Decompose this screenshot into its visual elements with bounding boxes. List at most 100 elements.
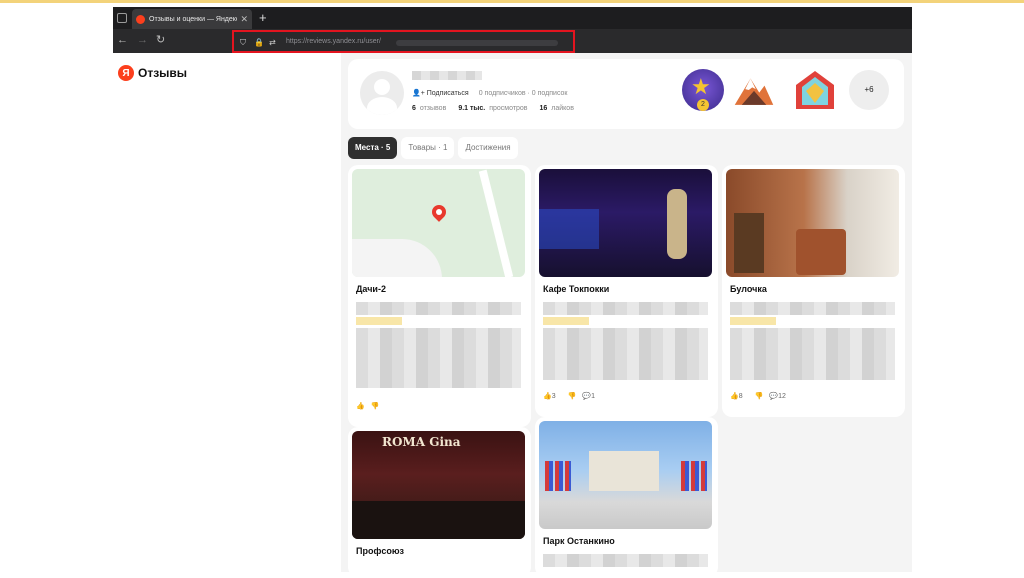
comment-count: 1: [591, 393, 595, 400]
achievement-star-badge[interactable]: ★ 2: [682, 69, 724, 111]
photo-sign-text: ROMA Gina: [382, 435, 461, 449]
like-button[interactable]: 👍8: [730, 392, 749, 400]
rating-stars-blurred: [543, 317, 589, 325]
like-icon[interactable]: 👍: [356, 402, 365, 410]
url-text[interactable]: https://reviews.yandex.ru/user/: [286, 38, 381, 45]
review-text-blurred: [730, 302, 895, 315]
close-tab-icon[interactable]: ✕: [240, 14, 248, 25]
like-count: 8: [738, 393, 743, 400]
dislike-icon[interactable]: 👎: [755, 392, 764, 400]
lock-icon: 🔒: [254, 38, 264, 47]
url-blurred-part: [396, 40, 558, 46]
back-icon[interactable]: ←: [117, 33, 128, 47]
subscribe-row: 👤+ Подписаться 0 подписчиков · 0 подписо…: [412, 89, 568, 98]
card-footer: 👍3 👎 💬1: [543, 392, 607, 400]
top-accent-line: [0, 0, 1024, 3]
card-footer: 👍 👎: [356, 402, 385, 410]
stat-value: 6: [412, 105, 416, 112]
user-name-blurred: [412, 71, 482, 80]
reload-icon[interactable]: ↻: [156, 33, 165, 47]
yandex-favicon-icon: [136, 14, 145, 24]
like-button[interactable]: 👍3: [543, 392, 562, 400]
address-bar: ← → ↻ ⛉ 🔒 ⇄ https://reviews.yandex.ru/us…: [113, 29, 912, 53]
bakery-photo: [726, 169, 899, 277]
photo-counter: [796, 229, 846, 275]
photo-arch: [589, 451, 659, 491]
rating-stars-blurred: [730, 317, 776, 325]
stat-label: отзывов: [419, 105, 447, 112]
comments-button[interactable]: 💬12: [769, 392, 792, 400]
sidebar: Я Отзывы: [113, 53, 341, 572]
stat-value: 16: [539, 105, 548, 112]
achievement-mountain-badge[interactable]: [733, 69, 775, 111]
page-content: Я Отзывы 👤+ Подписаться 0 подписчиков · …: [113, 53, 912, 572]
browser-tab[interactable]: Отзывы и оценки — Яндекс ✕: [132, 9, 252, 29]
avatar[interactable]: [360, 71, 404, 115]
card-footer: 👍8 👎 💬12: [730, 392, 798, 400]
card-title[interactable]: Кафе Токпокки: [543, 284, 609, 294]
subscribe-label: Подписаться: [426, 90, 469, 97]
restaurant-photo: ROMA Gina: [352, 431, 525, 539]
map-pin-icon: [429, 202, 449, 222]
tab-achievements[interactable]: Достижения: [458, 137, 518, 159]
review-text-blurred: [543, 328, 708, 380]
stat-views: 9.1 тыс. просмотров: [458, 105, 527, 112]
avatar-body: [367, 97, 397, 115]
review-card[interactable]: Парк Останкино: [535, 417, 718, 572]
achievement-shield-badge[interactable]: [794, 69, 836, 111]
tab-places[interactable]: Места · 5: [348, 137, 398, 159]
review-card[interactable]: Булочка 👍8 👎 💬12: [722, 165, 905, 417]
more-badges-button[interactable]: +6: [849, 70, 889, 110]
window-icon[interactable]: [117, 13, 127, 23]
badge-count: 2: [697, 99, 709, 111]
photo-counter: [352, 501, 525, 539]
profile-stats: 6 отзывов 9.1 тыс. просмотров 16 лайков: [412, 105, 586, 112]
shield-icon: ⛉: [240, 38, 246, 47]
like-count: 3: [551, 393, 556, 400]
photo-light: [539, 209, 599, 249]
url-highlight-box[interactable]: ⛉ 🔒 ⇄ https://reviews.yandex.ru/user/: [232, 30, 575, 53]
browser-window: Отзывы и оценки — Яндекс ✕ + ← → ↻ ⛉ 🔒 ⇄…: [113, 7, 912, 572]
subscribe-button[interactable]: 👤+ Подписаться: [412, 89, 469, 97]
logo[interactable]: Я Отзывы: [118, 65, 187, 81]
map-area: [352, 239, 442, 277]
card-title[interactable]: Парк Останкино: [543, 536, 615, 546]
followers-info: 0 подписчиков · 0 подписок: [478, 89, 568, 97]
stat-label: лайков: [551, 105, 574, 112]
map-image: [352, 169, 525, 277]
comment-count: 12: [778, 393, 786, 400]
stat-value: 9.1 тыс.: [458, 105, 486, 112]
review-text-blurred: [356, 302, 521, 315]
card-title[interactable]: Профсоюз: [356, 546, 404, 556]
review-card[interactable]: Дачи-2 👍 👎: [348, 165, 531, 427]
stat-label: просмотров: [489, 105, 528, 112]
logo-text: Отзывы: [138, 66, 188, 80]
new-tab-icon[interactable]: +: [259, 10, 267, 26]
review-text-blurred: [543, 302, 708, 315]
review-card[interactable]: ROMA Gina Профсоюз: [348, 427, 531, 572]
stat-reviews: 6 отзывов: [412, 105, 446, 112]
comments-button[interactable]: 💬1: [582, 392, 601, 400]
stat-likes: 16 лайков: [540, 105, 574, 112]
star-icon: ★: [691, 74, 711, 99]
tab-products[interactable]: Товары · 1: [401, 137, 455, 159]
dislike-icon[interactable]: 👎: [371, 402, 380, 410]
tab-title: Отзывы и оценки — Яндекс: [149, 15, 238, 23]
profile-card: 👤+ Подписаться 0 подписчиков · 0 подписо…: [348, 59, 904, 129]
rating-stars-blurred: [356, 317, 402, 325]
review-card[interactable]: Кафе Токпокки 👍3 👎 💬1: [535, 165, 718, 417]
content-tabs: Места · 5 Товары · 1 Достижения: [348, 137, 522, 159]
cafe-photo: [539, 169, 712, 277]
forward-icon[interactable]: →: [137, 33, 148, 47]
card-title[interactable]: Булочка: [730, 284, 767, 294]
photo-shelf: [734, 213, 764, 273]
photo-flags: [545, 461, 571, 491]
dislike-icon[interactable]: 👎: [568, 392, 577, 400]
yandex-logo-icon: Я: [118, 65, 134, 81]
photo-flags: [681, 461, 707, 491]
review-text-blurred: [730, 328, 895, 380]
swap-icon: ⇄: [269, 38, 276, 47]
card-title[interactable]: Дачи-2: [356, 284, 386, 294]
avatar-head: [374, 79, 390, 95]
photo-figure: [667, 189, 687, 259]
